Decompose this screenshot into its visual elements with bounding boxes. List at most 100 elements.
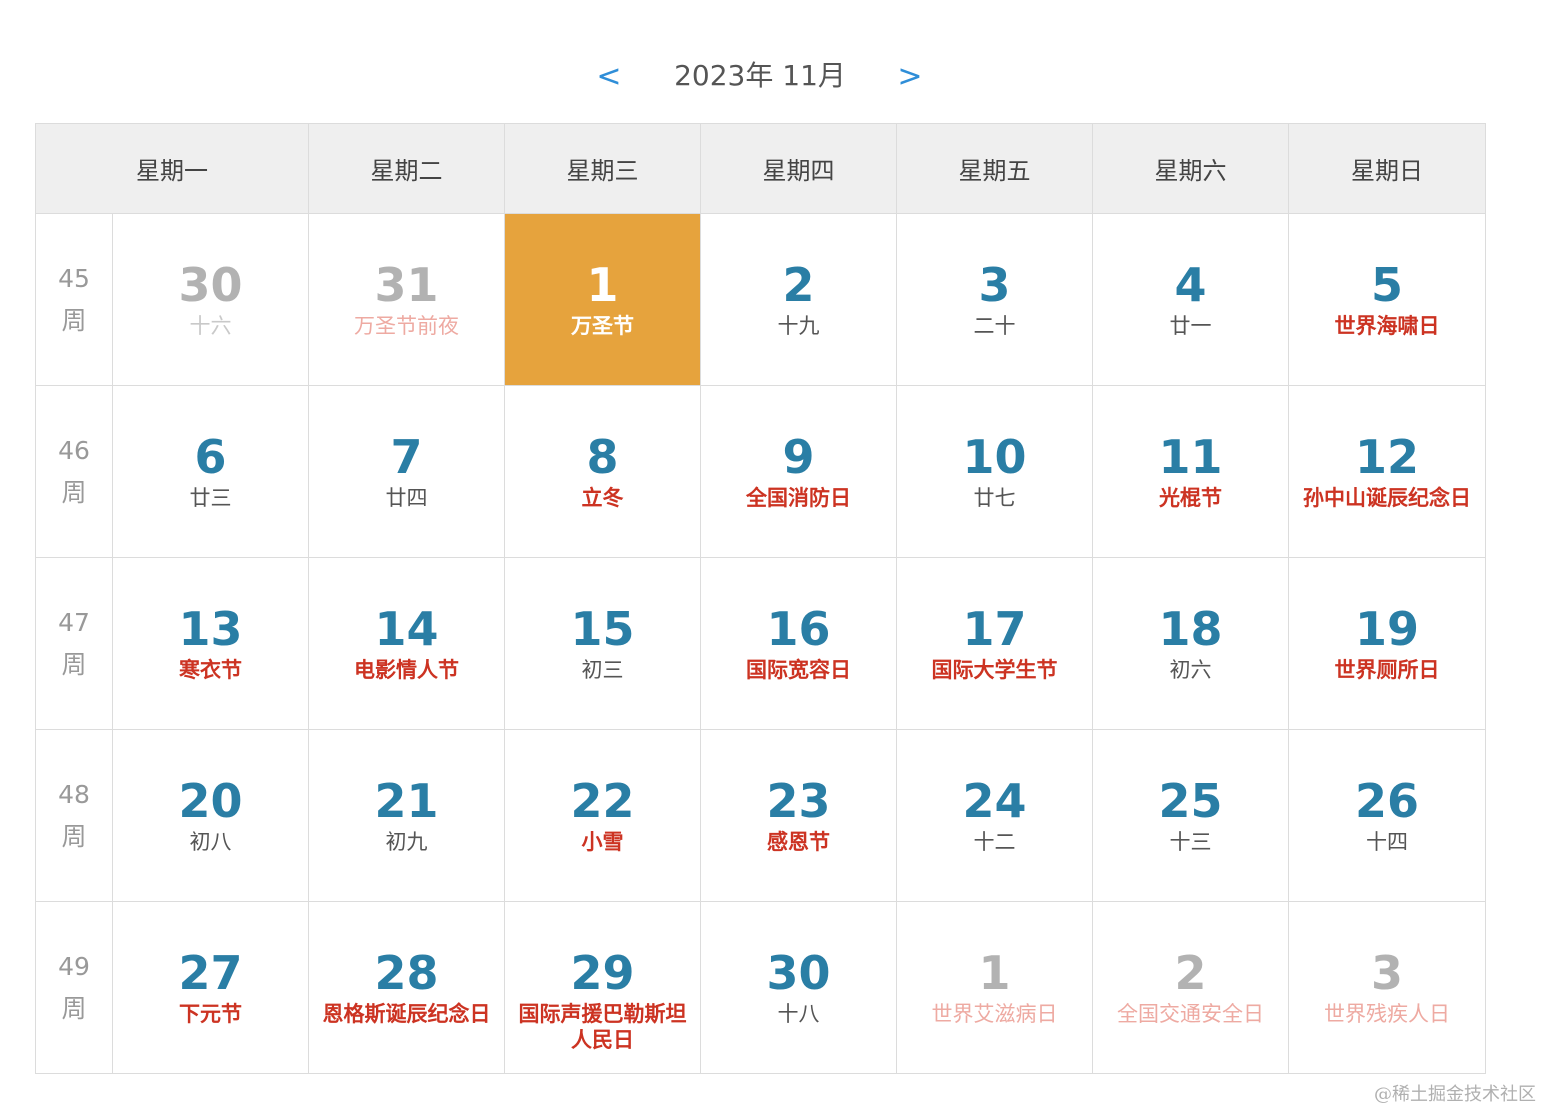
watermark: @稀土掘金技术社区 (1374, 1084, 1536, 1105)
day-number: 15 (570, 602, 635, 656)
day-cell[interactable]: 24 十二 (896, 729, 1093, 902)
day-cell[interactable]: 7 廿四 (308, 385, 505, 558)
day-cell[interactable]: 21 初九 (308, 729, 505, 902)
day-cell[interactable]: 3 世界残疾人日 (1288, 901, 1486, 1074)
day-cell[interactable]: 19 世界厕所日 (1288, 557, 1486, 730)
weekday-header-mon: 星期一 (35, 123, 309, 214)
day-number: 8 (586, 430, 619, 484)
day-cell[interactable]: 3 二十 (896, 213, 1093, 386)
week-label: 周 (61, 477, 87, 507)
day-number: 9 (782, 430, 815, 484)
day-cell[interactable]: 29 国际声援巴勒斯坦人民日 (504, 901, 701, 1074)
day-number: 19 (1354, 602, 1419, 656)
day-number: 6 (194, 430, 227, 484)
day-number: 18 (1158, 602, 1223, 656)
week-label: 周 (61, 993, 87, 1023)
day-number: 17 (962, 602, 1027, 656)
week-row: 47 周 13 寒衣节 14 电影情人节 15 初三 16 国际宽容日 17 国际大学生节 18 初六 19… (35, 557, 1486, 730)
day-cell[interactable]: 13 寒衣节 (112, 557, 309, 730)
day-cell[interactable]: 12 孙中山诞辰纪念日 (1288, 385, 1486, 558)
day-cell[interactable]: 22 小雪 (504, 729, 701, 902)
day-number: 28 (374, 946, 439, 1000)
day-cell[interactable]: 16 国际宽容日 (700, 557, 897, 730)
lunar-date-label: 廿三 (189, 486, 232, 510)
day-number: 10 (962, 430, 1027, 484)
festival-label: 感恩节 (767, 830, 830, 854)
lunar-date-label: 十九 (777, 314, 820, 338)
day-number: 22 (570, 774, 635, 828)
day-cell[interactable]: 30 十六 (112, 213, 309, 386)
week-label: 周 (61, 649, 87, 679)
day-cell[interactable]: 4 廿一 (1092, 213, 1289, 386)
day-number: 29 (570, 946, 635, 1000)
day-cell[interactable]: 18 初六 (1092, 557, 1289, 730)
week-label: 周 (61, 305, 87, 335)
day-number: 30 (178, 258, 243, 312)
festival-label: 立冬 (581, 486, 624, 510)
day-cell[interactable]: 15 初三 (504, 557, 701, 730)
day-cell[interactable]: 30 十八 (700, 901, 897, 1074)
day-cell[interactable]: 2 全国交通安全日 (1092, 901, 1289, 1074)
week-number-cell: 45 周 (35, 213, 113, 386)
day-cell[interactable]: 25 十三 (1092, 729, 1289, 902)
week-row: 45 周 30 十六 31 万圣节前夜 1 万圣节 2 十九 3 二十 4 廿一 5 世界海啸日 (35, 213, 1486, 386)
day-cell[interactable]: 8 立冬 (504, 385, 701, 558)
day-cell[interactable]: 5 世界海啸日 (1288, 213, 1486, 386)
day-number: 5 (1370, 258, 1403, 312)
day-cell[interactable]: 10 廿七 (896, 385, 1093, 558)
day-number: 26 (1354, 774, 1419, 828)
week-number-cell: 47 周 (35, 557, 113, 730)
festival-label: 世界艾滋病日 (931, 1002, 1058, 1026)
lunar-date-label: 廿一 (1169, 314, 1212, 338)
day-cell[interactable]: 28 恩格斯诞辰纪念日 (308, 901, 505, 1074)
prev-month-button[interactable]: < (589, 54, 629, 98)
day-cell[interactable]: 1 世界艾滋病日 (896, 901, 1093, 1074)
day-cell-today[interactable]: 1 万圣节 (504, 213, 701, 386)
lunar-date-label: 初九 (385, 830, 428, 854)
lunar-date-label: 初六 (1169, 658, 1212, 682)
day-number: 16 (766, 602, 831, 656)
day-cell[interactable]: 9 全国消防日 (700, 385, 897, 558)
day-number: 4 (1174, 258, 1207, 312)
day-cell[interactable]: 17 国际大学生节 (896, 557, 1093, 730)
lunar-date-label: 十三 (1169, 830, 1212, 854)
day-number: 30 (766, 946, 831, 1000)
day-cell[interactable]: 27 下元节 (112, 901, 309, 1074)
week-number: 46 (58, 435, 90, 465)
day-cell[interactable]: 23 感恩节 (700, 729, 897, 902)
week-row: 46 周 6 廿三 7 廿四 8 立冬 9 全国消防日 10 廿七 11 光棍节 12 孙中山诞辰纪念日 (35, 385, 1486, 558)
week-number: 47 (58, 607, 90, 637)
festival-label: 世界海啸日 (1334, 314, 1440, 338)
day-cell[interactable]: 6 廿三 (112, 385, 309, 558)
day-cell[interactable]: 14 电影情人节 (308, 557, 505, 730)
lunar-date-label: 初三 (581, 658, 624, 682)
lunar-date-label: 初八 (189, 830, 232, 854)
day-number: 3 (978, 258, 1011, 312)
weekday-header-thu: 星期四 (700, 123, 897, 214)
week-number-cell: 49 周 (35, 901, 113, 1074)
week-number-cell: 46 周 (35, 385, 113, 558)
weekday-header-wed: 星期三 (504, 123, 701, 214)
next-month-button[interactable]: > (890, 54, 930, 98)
festival-label: 万圣节前夜 (354, 314, 459, 338)
week-number: 48 (58, 779, 90, 809)
lunar-date-label: 十二 (973, 830, 1016, 854)
day-cell[interactable]: 31 万圣节前夜 (308, 213, 505, 386)
day-cell[interactable]: 11 光棍节 (1092, 385, 1289, 558)
festival-label: 电影情人节 (354, 658, 459, 682)
weekday-header-row: 星期一 星期二 星期三 星期四 星期五 星期六 星期日 (35, 123, 1486, 214)
day-cell[interactable]: 20 初八 (112, 729, 309, 902)
weekday-header-tue: 星期二 (308, 123, 505, 214)
day-number: 11 (1158, 430, 1223, 484)
day-number: 2 (1174, 946, 1207, 1000)
week-number: 45 (58, 263, 90, 293)
week-row: 48 周 20 初八 21 初九 22 小雪 23 感恩节 24 十二 25 十三 26 十四 (35, 729, 1486, 902)
festival-label: 全国交通安全日 (1117, 1002, 1264, 1026)
day-cell[interactable]: 26 十四 (1288, 729, 1486, 902)
day-number: 27 (178, 946, 243, 1000)
day-number: 13 (178, 602, 243, 656)
month-navigation: < 2023年 11月 > (0, 52, 1520, 102)
day-number: 3 (1370, 946, 1403, 1000)
day-cell[interactable]: 2 十九 (700, 213, 897, 386)
day-number: 25 (1158, 774, 1223, 828)
